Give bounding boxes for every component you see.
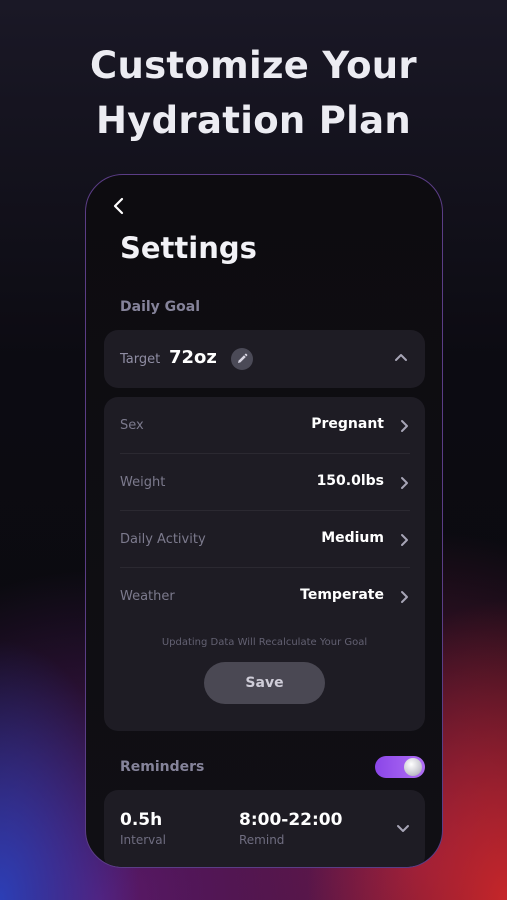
chevron-up-icon[interactable] bbox=[393, 350, 409, 364]
row-value: Medium bbox=[321, 530, 384, 546]
target-label: Target bbox=[120, 352, 161, 367]
chevron-right-icon bbox=[401, 591, 408, 603]
edit-target-button[interactable] bbox=[231, 348, 253, 370]
row-label: Daily Activity bbox=[120, 532, 206, 547]
reminder-card[interactable]: 0.5h Interval 8:00-22:00 Remind bbox=[104, 790, 425, 867]
remind-label: Remind bbox=[239, 833, 285, 847]
row-value: Pregnant bbox=[311, 416, 384, 432]
chevron-left-icon[interactable] bbox=[110, 195, 128, 217]
row-label: Weather bbox=[120, 589, 175, 604]
chevron-down-icon[interactable] bbox=[395, 822, 411, 836]
row-value: Temperate bbox=[300, 587, 384, 603]
target-value: 72oz bbox=[169, 347, 217, 368]
toggle-knob bbox=[404, 758, 422, 776]
interval-label: Interval bbox=[120, 833, 166, 847]
chevron-right-icon bbox=[401, 534, 408, 546]
save-button[interactable]: Save bbox=[204, 662, 325, 704]
daily-goal-label: Daily Goal bbox=[120, 299, 201, 315]
settings-row-sex[interactable]: Sex Pregnant bbox=[120, 397, 410, 454]
phone-frame: Settings Daily Goal Target 72oz Sex Preg… bbox=[85, 174, 443, 868]
pencil-icon bbox=[238, 353, 248, 363]
settings-row-weight[interactable]: Weight 150.0lbs bbox=[120, 454, 410, 511]
headline-line-2: Hydration Plan bbox=[95, 99, 412, 142]
interval-value: 0.5h bbox=[120, 810, 163, 830]
goal-details-card: Sex Pregnant Weight 150.0lbs Daily Activ… bbox=[104, 397, 425, 731]
reminders-toggle[interactable] bbox=[375, 756, 425, 778]
chevron-right-icon bbox=[401, 420, 408, 432]
row-label: Sex bbox=[120, 418, 144, 433]
settings-row-weather[interactable]: Weather Temperate bbox=[120, 568, 410, 625]
headline-line-1: Customize Your bbox=[90, 44, 417, 87]
reminders-label: Reminders bbox=[120, 759, 205, 775]
remind-value: 8:00-22:00 bbox=[239, 810, 343, 830]
row-value: 150.0lbs bbox=[316, 473, 384, 489]
recalculate-note: Updating Data Will Recalculate Your Goal bbox=[161, 637, 368, 648]
page-title: Settings bbox=[120, 231, 257, 265]
chevron-right-icon bbox=[401, 477, 408, 489]
row-label: Weight bbox=[120, 475, 166, 490]
settings-row-daily-activity[interactable]: Daily Activity Medium bbox=[120, 511, 410, 568]
headline: Customize Your Hydration Plan bbox=[0, 38, 507, 148]
target-card[interactable]: Target 72oz bbox=[104, 330, 425, 388]
